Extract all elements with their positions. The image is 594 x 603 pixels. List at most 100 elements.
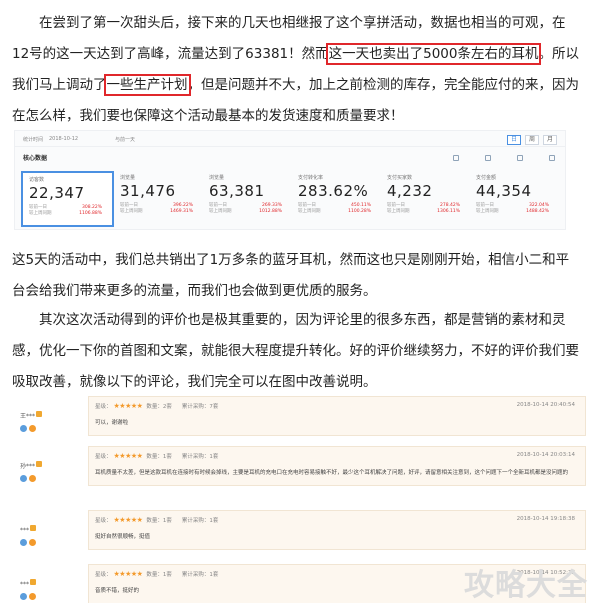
checkbox-icon[interactable]	[453, 155, 459, 161]
star-rating-icon: ★★★★★	[113, 570, 143, 578]
checkbox-icon[interactable]	[517, 155, 523, 161]
level-icon	[20, 593, 27, 600]
review-text: 可以，谢谢啦	[95, 420, 129, 426]
metric-label: 支付转化率	[298, 175, 324, 181]
checkbox-icon[interactable]	[485, 155, 491, 161]
metric-card[interactable]: 浏览量 63,381 较前一日 269.33% 较上周同期 1012.88%	[203, 171, 292, 227]
compare-pct: 1106.88%	[79, 211, 102, 216]
compare-label: 较上周同期	[209, 209, 232, 214]
crown-icon	[30, 524, 36, 531]
review-item: 王*** 星级： ★★★★★ 数量：2套 累计采购：7套 2018-10-14 20:40…	[16, 396, 586, 442]
review-box: 星级： ★★★★★ 数量：1套 累计采购：1套 2018-10-14 19:18:38 挺…	[88, 510, 586, 550]
compare-pct: 1488.42%	[526, 209, 549, 214]
compare-label: 较上周同期	[29, 211, 52, 216]
star-rating-icon: ★★★★★	[113, 402, 143, 410]
level-badges	[20, 425, 42, 432]
metric-compare: 较前一日 322.04% 较上周同期 1488.42%	[476, 203, 555, 215]
metric-label: 支付金额	[476, 175, 497, 181]
reviewer: 孙***	[20, 453, 43, 482]
compare-label: 较上周同期	[120, 209, 143, 214]
reviewer-name: 孙***	[20, 463, 36, 470]
compare-pct: 1469.31%	[170, 209, 193, 214]
level-icon	[20, 475, 27, 482]
crown-icon	[36, 410, 43, 417]
review-total: 累计采购：1套	[181, 518, 219, 524]
compare-label: 较上周同期	[387, 209, 410, 214]
star-rating-icon: ★★★★★	[113, 516, 143, 524]
metric-value: 4,232	[387, 182, 433, 200]
metric-card[interactable]: 支付金额 44,354 较前一日 322.04% 较上周同期 1488.42%	[470, 171, 559, 227]
crown-icon	[36, 460, 43, 467]
metric-compare: 较前一日 308.22% 较上周同期 1106.88%	[29, 205, 108, 217]
metric-compare: 较前一日 396.22% 较上周同期 1469.31%	[120, 203, 199, 215]
review-total: 累计采购：1套	[181, 454, 219, 460]
rating-label: 星级：	[95, 404, 112, 410]
review-total: 累计采购：7套	[181, 404, 219, 410]
metric-card[interactable]: 访客数 22,347 较前一日 308.22% 较上周同期 1106.88%	[21, 171, 114, 227]
reviewer: 王***	[20, 403, 43, 432]
metric-value: 44,354	[476, 182, 532, 200]
watermark: 攻略大全	[464, 568, 588, 603]
review-box: 星级： ★★★★★ 数量：2套 累计采购：7套 2018-10-14 20:40:54 可…	[88, 396, 586, 436]
article-paragraph-2: 这5天的活动中，我们总共销出了1万多条的蓝牙耳机，然而这也只是刚刚开始，相信小二…	[12, 252, 570, 299]
review-item: 孙*** 星级： ★★★★★ 数量：1套 累计采购：1套 2018-10-14 20:03…	[16, 446, 586, 492]
level-badges	[20, 539, 36, 546]
panel-title: 核心数据	[23, 155, 48, 162]
reviewer-name: 王***	[20, 413, 36, 420]
metric-card[interactable]: 支付转化率 283.62% 较前一日 450.11% 较上周同期 1100.28%	[292, 171, 381, 227]
level-badges	[20, 593, 36, 600]
metric-value: 283.62%	[298, 182, 369, 200]
compare-pct: 1306.11%	[437, 209, 460, 214]
review-qty: 数量：1套	[146, 454, 172, 460]
stats-compare: 与前一天	[115, 137, 136, 143]
level-badges	[20, 475, 42, 482]
level-icon	[29, 539, 36, 546]
review-time: 2018-10-14 19:18:38	[516, 516, 575, 522]
crown-icon	[30, 578, 36, 585]
metric-icons	[453, 155, 555, 161]
stats-date: 2018-10-12	[49, 136, 79, 142]
review-meta: 星级： ★★★★★ 数量：1套 累计采购：1套 2018-10-14 19:18:38	[95, 516, 575, 524]
metric-value: 63,381	[209, 182, 265, 200]
compare-pct: 1100.28%	[348, 209, 371, 214]
level-icon	[29, 475, 36, 482]
metric-label: 浏览量	[120, 175, 136, 181]
metric-label: 访客数	[29, 177, 45, 183]
rating-label: 星级：	[95, 572, 112, 578]
compare-label: 较上周同期	[476, 209, 499, 214]
stats-time-label: 统计时间	[23, 137, 44, 143]
period-controls: 日 周 月	[507, 135, 557, 145]
reviewer-name: ***	[20, 527, 29, 534]
article-paragraph-1: 在尝到了第一次甜头后，接下来的几天也相继报了这个享拼活动，数据也相当的可观，在1…	[12, 8, 582, 132]
reviewer: ***	[20, 571, 36, 600]
review-total: 累计采购：1套	[181, 572, 219, 578]
period-week-button[interactable]: 周	[525, 135, 539, 145]
period-month-button[interactable]: 月	[543, 135, 557, 145]
metric-compare: 较前一日 269.33% 较上周同期 1012.88%	[209, 203, 288, 215]
star-rating-icon: ★★★★★	[113, 452, 143, 460]
metric-compare: 较前一日 450.11% 较上周同期 1100.28%	[298, 203, 377, 215]
review-box: 星级： ★★★★★ 数量：1套 累计采购：1套 2018-10-14 20:03:14 耳…	[88, 446, 586, 486]
metric-card[interactable]: 支付买家数 4,232 较前一日 278.42% 较上周同期 1306.11%	[381, 171, 470, 227]
checkbox-icon[interactable]	[549, 155, 555, 161]
compare-pct: 1012.88%	[259, 209, 282, 214]
review-qty: 数量：1套	[146, 518, 172, 524]
rating-label: 星级：	[95, 454, 112, 460]
reviewer: ***	[20, 517, 36, 546]
metric-value: 31,476	[120, 182, 176, 200]
metric-card[interactable]: 浏览量 31,476 较前一日 396.22% 较上周同期 1469.31%	[114, 171, 203, 227]
metric-value: 22,347	[29, 184, 85, 202]
metrics-row: 访客数 22,347 较前一日 308.22% 较上周同期 1106.88% 浏览量 31,4…	[21, 171, 559, 227]
review-meta: 星级： ★★★★★ 数量：1套 累计采购：1套 2018-10-14 20:03:14	[95, 452, 575, 460]
review-time: 2018-10-14 20:03:14	[516, 452, 575, 458]
review-meta: 星级： ★★★★★ 数量：2套 累计采购：7套 2018-10-14 20:40:54	[95, 402, 575, 410]
highlight-plan: 一些生产计划	[103, 74, 191, 96]
metric-compare: 较前一日 278.42% 较上周同期 1306.11%	[387, 203, 466, 215]
review-qty: 数量：2套	[146, 404, 172, 410]
compare-label: 较上周同期	[298, 209, 321, 214]
rating-label: 星级：	[95, 518, 112, 524]
review-time: 2018-10-14 20:40:54	[516, 402, 575, 408]
article-paragraph-3: 其次这次活动得到的评价也是极其重要的，因为评论里的很多东西，都是营销的素材和灵感…	[12, 312, 579, 390]
review-qty: 数量：1套	[146, 572, 172, 578]
period-day-button[interactable]: 日	[507, 135, 521, 145]
